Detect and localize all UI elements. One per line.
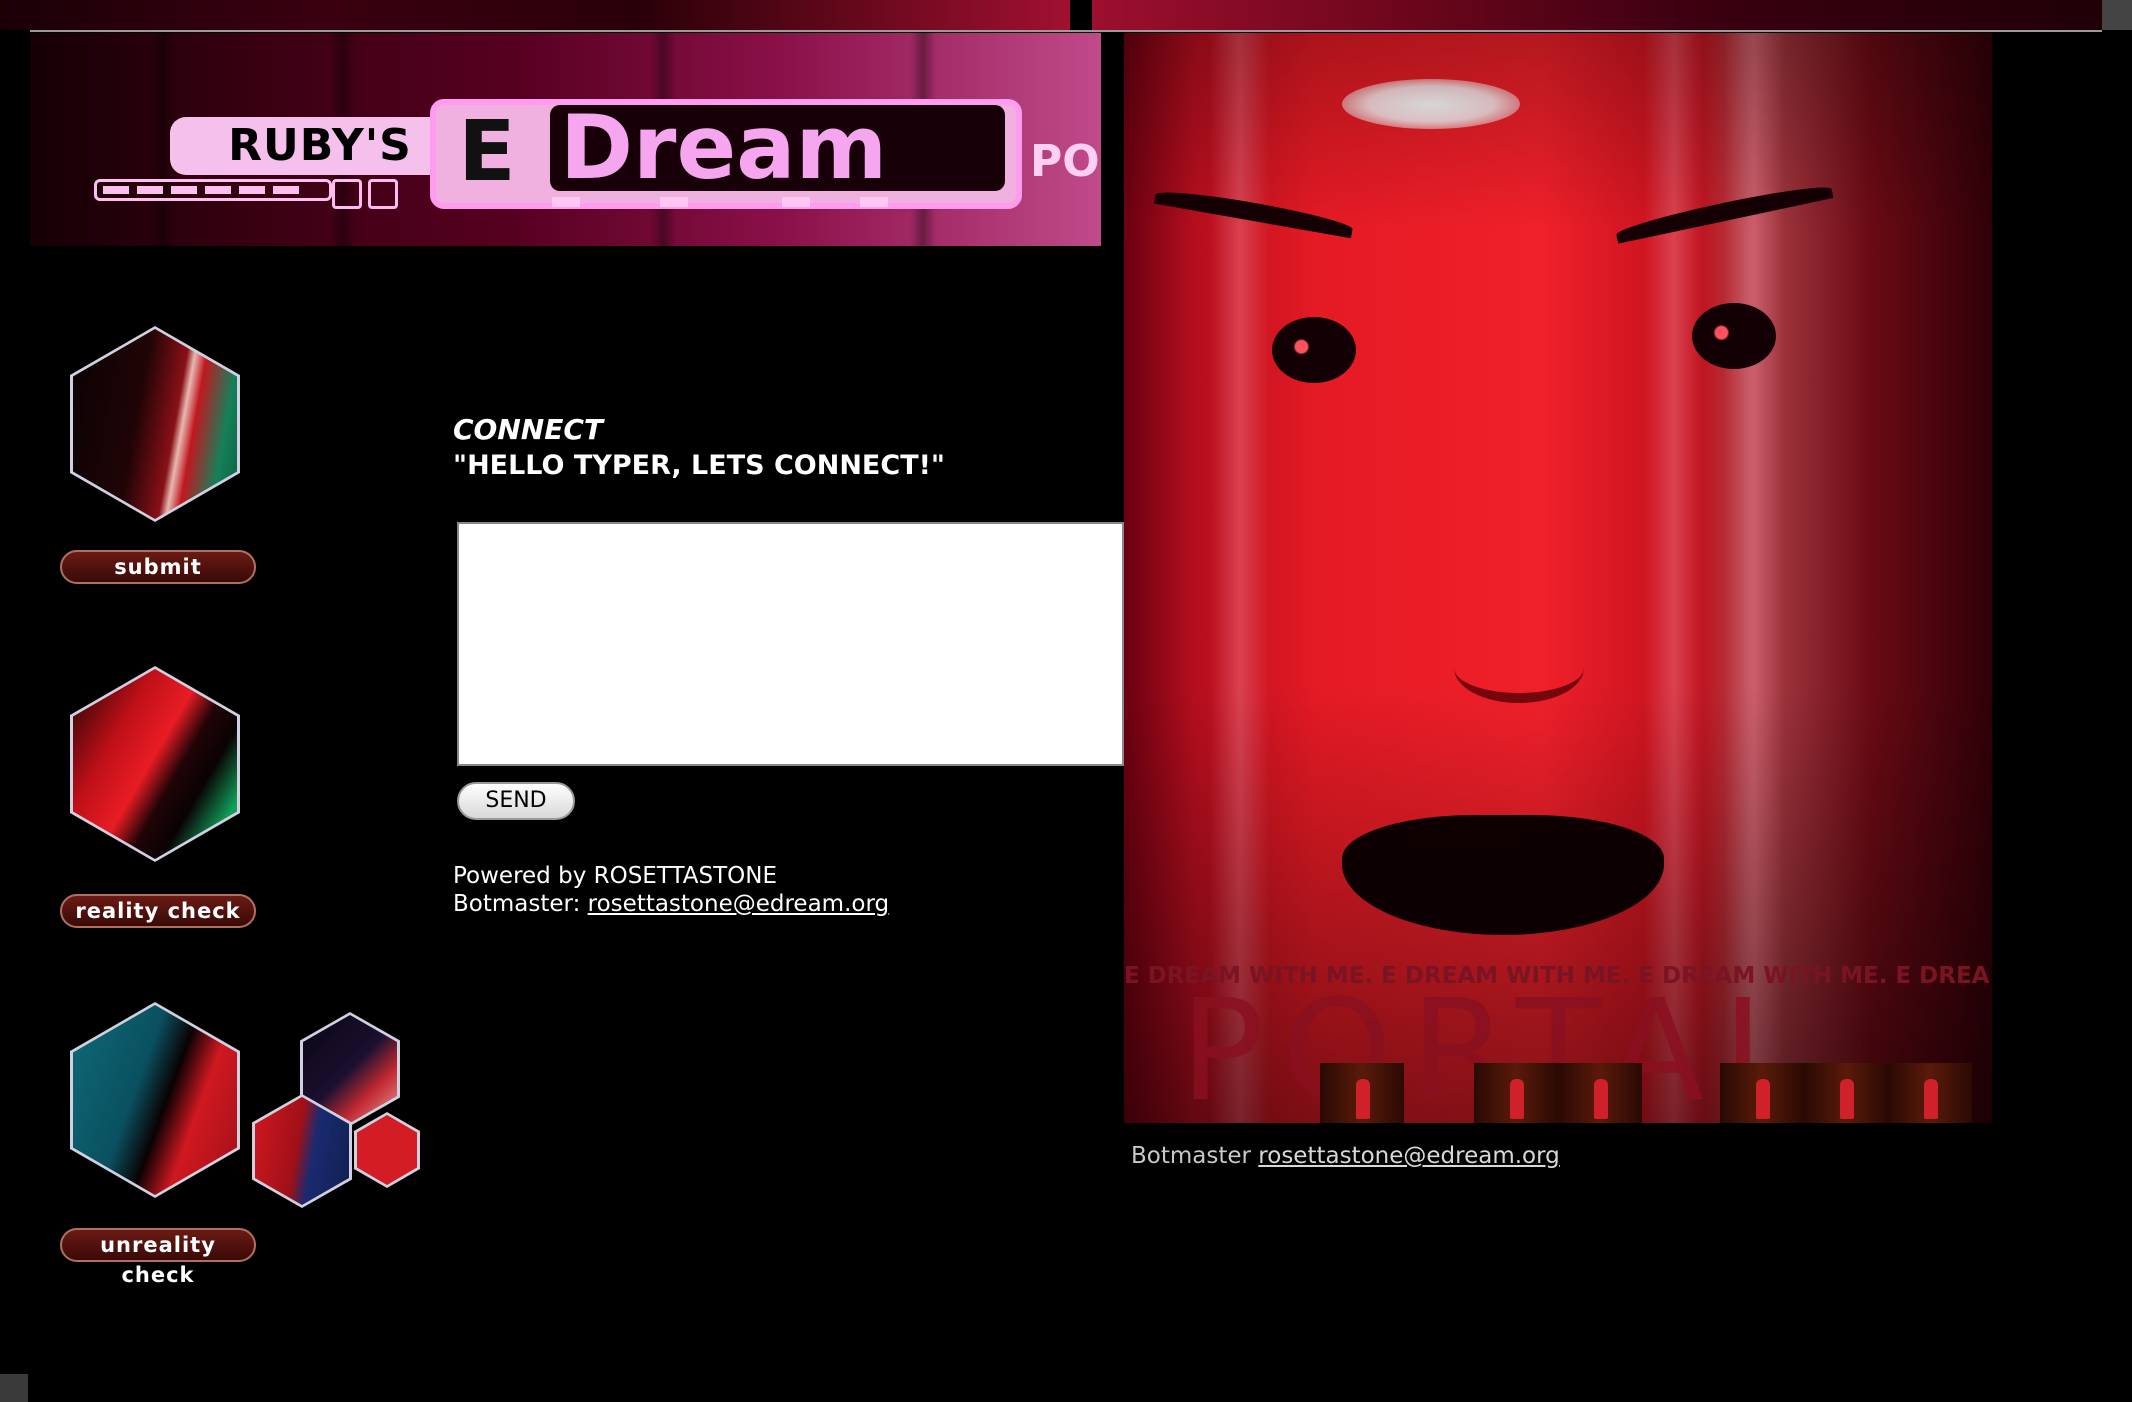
logo-tick [660, 197, 688, 207]
poster-thumbnail [1888, 1063, 1972, 1123]
top-divider [30, 30, 2102, 32]
logo-tick [860, 197, 888, 207]
botmaster-label: Botmaster: [453, 891, 581, 917]
poster-shade [1124, 33, 1992, 1123]
top-right-edge [2102, 0, 2132, 30]
logo-rubys-text: RUBY'S [170, 117, 470, 175]
reality-check-button[interactable]: reality check [60, 894, 256, 928]
logo-dream-text: Dream [560, 96, 888, 199]
logo-portal-fragment: POR [1030, 136, 1101, 187]
powered-by-line: Powered by ROSETTASTONE [453, 862, 953, 890]
unreality-check-hex-image[interactable] [70, 1002, 240, 1198]
small-hex-image [354, 1112, 420, 1188]
portal-poster-image: E DREAM WITH ME. E DREAM WITH ME. E DREA… [1124, 33, 1992, 1123]
logo-e-letter: E [458, 102, 516, 200]
powered-by-name: ROSETTASTONE [593, 863, 777, 889]
site-logo-banner[interactable]: RUBY'S E Dream POR [30, 33, 1101, 246]
top-decorative-strip [0, 0, 2132, 30]
poster-thumbnail [1474, 1063, 1558, 1123]
botmaster-email-link[interactable]: rosettastone@edream.org [588, 891, 889, 917]
chat-greeting: "HELLO TYPER, LETS CONNECT!" [453, 450, 945, 481]
submit-hex-image[interactable] [70, 326, 240, 522]
poster-thumbnail-strip [1320, 1063, 1980, 1123]
footer-botmaster-label: Botmaster [1131, 1143, 1251, 1169]
top-notch [1070, 0, 1092, 30]
footer-botmaster-line: Botmaster rosettastone@edream.org [1131, 1140, 1831, 1172]
logo-box-ornament [368, 179, 398, 209]
chat-title: CONNECT [453, 413, 603, 446]
unreality-check-button[interactable]: unreality check [60, 1228, 256, 1287]
submit-button[interactable]: submit [60, 550, 256, 584]
botmaster-line: Botmaster: rosettastone@edream.org [453, 890, 1053, 918]
chat-input[interactable] [457, 522, 1124, 766]
logo-bar-ornament [94, 179, 332, 201]
logo-box-ornament [332, 179, 362, 209]
poster-thumbnail [1320, 1063, 1404, 1123]
powered-by-label: Powered by [453, 863, 587, 889]
poster-thumbnail [1720, 1063, 1804, 1123]
reality-check-hex-image[interactable] [70, 666, 240, 862]
logo-tick [552, 197, 580, 207]
corner-nub [0, 1374, 28, 1402]
logo-tick [782, 197, 810, 207]
poster-thumbnail [1558, 1063, 1642, 1123]
poster-thumbnail [1804, 1063, 1888, 1123]
footer-botmaster-email-link[interactable]: rosettastone@edream.org [1258, 1143, 1559, 1169]
send-button[interactable]: SEND [457, 782, 575, 820]
